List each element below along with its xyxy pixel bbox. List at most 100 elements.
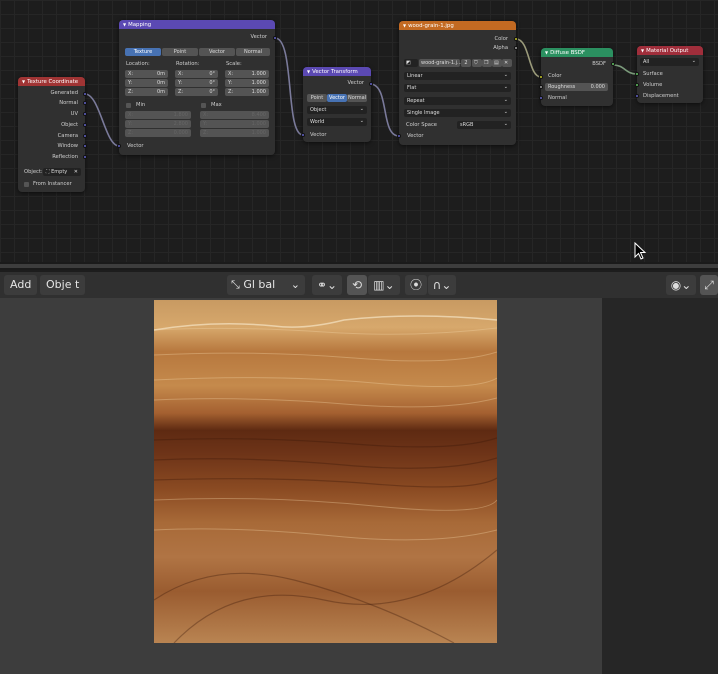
colorspace-dropdown[interactable]: sRGB <box>457 120 511 129</box>
socket-roughness-in[interactable] <box>539 85 543 89</box>
min-y-field[interactable]: Y: 2.800 <box>125 120 191 128</box>
socket-mapping-in[interactable] <box>117 144 121 148</box>
pivot-icon[interactable]: ⚭⌄ <box>312 275 342 295</box>
socket-vt-in[interactable] <box>301 133 305 137</box>
socket-camera[interactable] <box>83 134 87 138</box>
type-vector-button[interactable]: Vector <box>199 48 235 56</box>
field-value: 0m <box>156 89 165 95</box>
node-header[interactable]: ▼ Mapping <box>119 20 275 29</box>
min-checkbox[interactable] <box>126 103 131 108</box>
rotation-z-field[interactable]: Z: 0° <box>175 88 218 96</box>
socket-displacement-in[interactable] <box>635 94 639 98</box>
socket-uv[interactable] <box>83 112 87 116</box>
target-dropdown[interactable]: All <box>640 57 699 66</box>
extension-dropdown[interactable]: Repeat <box>404 96 511 105</box>
socket-window[interactable] <box>83 144 87 148</box>
proportional-edit-icon[interactable]: ⦿ <box>405 275 427 295</box>
convert-to-dropdown[interactable]: World <box>307 117 367 126</box>
wood-texture-preview[interactable] <box>154 300 497 643</box>
mapping-node[interactable]: ▼ Mapping Vector Texture Point Vector Nor… <box>119 20 275 155</box>
texture-coordinate-node[interactable]: ▼ Texture Coordinate Generated Normal UV … <box>18 77 85 192</box>
type-point-button[interactable]: Point <box>307 94 327 102</box>
image-browse-icon[interactable]: ◩ <box>404 59 418 67</box>
socket-volume-in[interactable] <box>635 83 639 87</box>
close-icon[interactable]: ✕ <box>502 59 512 67</box>
type-point-button[interactable]: Point <box>162 48 198 56</box>
fake-user-icon[interactable]: ⛉ <box>472 59 482 67</box>
socket-mapping-out[interactable] <box>273 36 277 40</box>
type-normal-button[interactable]: Normal <box>236 48 270 56</box>
socket-generated[interactable] <box>83 92 87 96</box>
add-menu[interactable]: Add <box>4 275 38 295</box>
socket-reflection[interactable] <box>83 155 87 159</box>
node-collapse-arrow[interactable]: ▼ <box>403 23 406 28</box>
type-texture-button[interactable]: Texture <box>125 48 161 56</box>
node-header[interactable]: ▼ Texture Coordinate <box>18 77 85 86</box>
object-value: Empty <box>51 169 68 175</box>
scale-y-field[interactable]: Y: 1.000 <box>225 79 269 87</box>
axis-label: Y: <box>178 80 183 86</box>
image-texture-node[interactable]: ▼ wood-grain-1.jpg Color Alpha ◩ wood-gra… <box>399 21 516 145</box>
roughness-field[interactable]: Roughness 0.000 <box>545 83 608 91</box>
socket-surface-in[interactable] <box>635 72 639 76</box>
projection-dropdown[interactable]: Flat <box>404 83 511 92</box>
wood-grain-image <box>154 300 497 643</box>
source-dropdown[interactable]: Single Image <box>404 108 511 117</box>
node-collapse-arrow[interactable]: ▼ <box>22 79 25 84</box>
convert-from-dropdown[interactable]: Object <box>307 105 367 114</box>
image-name-field[interactable]: wood-grain-1.j... <box>419 59 462 67</box>
scale-z-field[interactable]: Z: 1.000 <box>225 88 269 96</box>
diffuse-bsdf-node[interactable]: ▼ Diffuse BSDF BSDF Color Roughness 0.000 … <box>541 48 613 106</box>
max-checkbox[interactable] <box>201 103 206 108</box>
rotation-x-field[interactable]: X: 0° <box>175 70 218 78</box>
node-collapse-arrow[interactable]: ▼ <box>307 69 310 74</box>
object-menu[interactable]: Obje t <box>40 275 86 295</box>
location-x-field[interactable]: X: 0m <box>125 70 168 78</box>
close-icon[interactable]: ✕ <box>74 168 78 176</box>
socket-color-in[interactable] <box>539 75 543 79</box>
object-field[interactable]: ⛶ Empty ✕ <box>43 168 81 176</box>
users-count[interactable]: 2 <box>461 59 471 67</box>
snap-increment-icon[interactable]: ▥⌄ <box>368 275 400 295</box>
location-y-field[interactable]: Y: 0m <box>125 79 168 87</box>
socket-bsdf-out[interactable] <box>611 62 615 66</box>
socket-object[interactable] <box>83 123 87 127</box>
socket-normal[interactable] <box>83 101 87 105</box>
max-y-field[interactable]: Y: 1.000 <box>200 120 269 128</box>
interpolation-dropdown[interactable]: Linear <box>404 71 511 80</box>
min-z-field[interactable]: Z: 0.000 <box>125 129 191 137</box>
max-z-field[interactable]: Z: 1.000 <box>200 129 269 137</box>
open-folder-icon[interactable]: ▤ <box>492 59 502 67</box>
node-collapse-arrow[interactable]: ▼ <box>545 50 548 55</box>
socket-vt-out[interactable] <box>369 82 373 86</box>
socket-alpha-out[interactable] <box>514 46 518 50</box>
snap-icon[interactable]: ⟲ <box>347 275 367 295</box>
socket-image-in[interactable] <box>397 134 401 138</box>
min-x-field[interactable]: X: 1.800 <box>125 111 191 119</box>
visibility-icon[interactable]: ◉⌄ <box>666 275 696 295</box>
node-header[interactable]: ▼ Material Output <box>637 46 703 55</box>
rotation-y-field[interactable]: Y: 0° <box>175 79 218 87</box>
max-x-field[interactable]: X: 8.400 <box>200 111 269 119</box>
copy-icon[interactable]: ❐ <box>482 59 492 67</box>
from-instancer-checkbox[interactable] <box>24 182 29 187</box>
field-value: 0m <box>156 71 165 77</box>
gizmo-icon[interactable]: ⤢ <box>700 275 718 295</box>
node-collapse-arrow[interactable]: ▼ <box>123 22 126 27</box>
falloff-icon[interactable]: ∩⌄ <box>428 275 456 295</box>
type-vector-button[interactable]: Vector <box>327 94 347 102</box>
socket-normal-in[interactable] <box>539 96 543 100</box>
material-output-node[interactable]: ▼Material Output All Surface Volume Disp… <box>637 46 703 103</box>
vector-transform-node[interactable]: ▼ Vector Transform Vector Point Vector No… <box>303 67 371 142</box>
scale-x-field[interactable]: X: 1.000 <box>225 70 269 78</box>
type-normal-button[interactable]: Normal <box>347 94 367 102</box>
socket-color-out[interactable] <box>514 37 518 41</box>
node-collapse-arrow[interactable]: ▼ <box>641 48 644 53</box>
node-header[interactable]: ▼ wood-grain-1.jpg <box>399 21 516 30</box>
node-header[interactable]: ▼ Diffuse BSDF <box>541 48 613 57</box>
location-z-field[interactable]: Z: 0m <box>125 88 168 96</box>
node-header[interactable]: ▼ Vector Transform <box>303 67 371 76</box>
shader-node-editor[interactable]: ▼ Texture Coordinate Generated Normal UV … <box>0 0 718 262</box>
area-divider[interactable] <box>0 262 718 270</box>
transform-orientation-dropdown[interactable]: ⤡ Gl bal ⌄ <box>227 275 305 295</box>
